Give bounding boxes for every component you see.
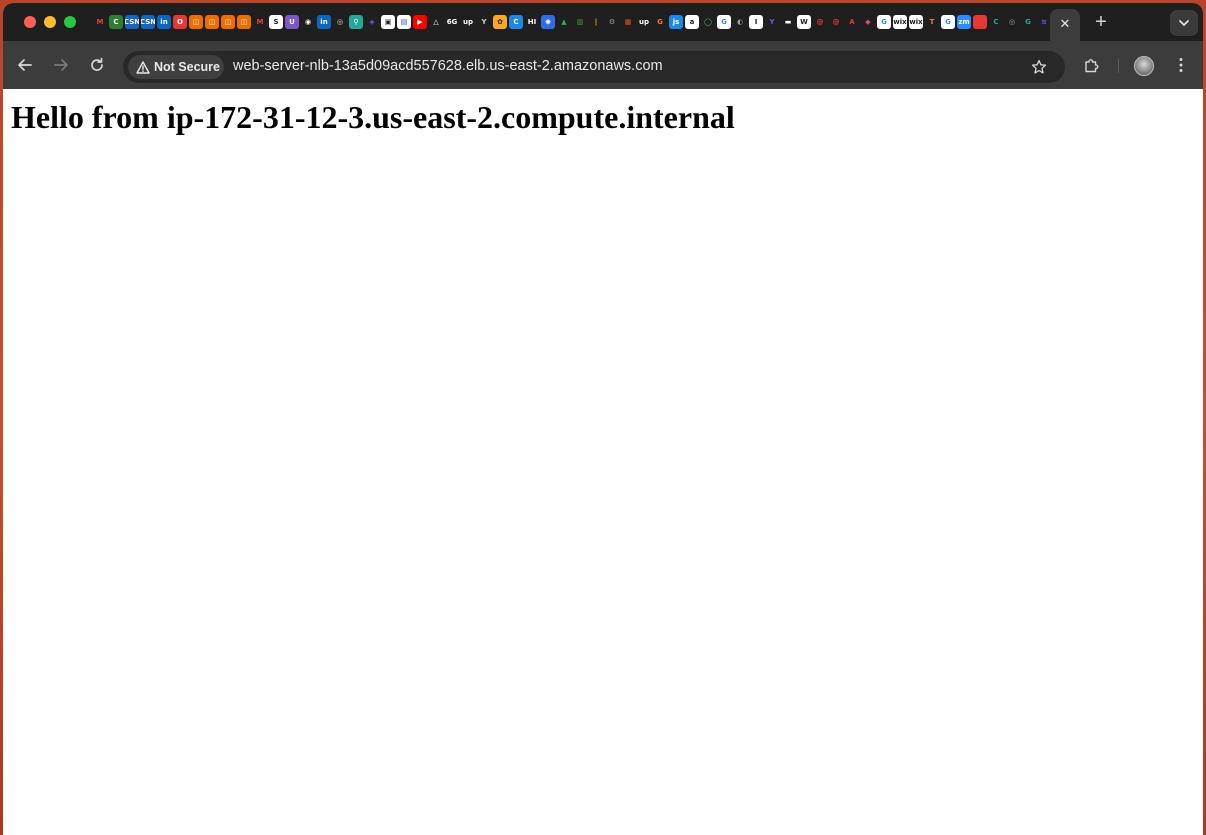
hi-icon[interactable]: HI xyxy=(525,15,539,29)
linkedin-icon[interactable]: in xyxy=(317,15,331,29)
microsoft-icon[interactable]: ▦ xyxy=(621,15,635,29)
browser-window: M C CSN CSN in O ◫ ◫ ◫ ◫ M S U ◉ in ◎ ⚲ ◈ ▣ ▤ ▶ △ 6G up Y ✿ C HI ⎈ ▲ ▥… xyxy=(3,3,1203,835)
opera-icon[interactable]: O xyxy=(173,15,187,29)
browser-toolbar: Not Secure web-server-nlb-13a5d09acd5576… xyxy=(3,41,1203,89)
s-icon[interactable]: S xyxy=(269,15,283,29)
ring-icon[interactable]: ◯ xyxy=(701,15,715,29)
youtube-icon[interactable]: ▶ xyxy=(413,15,427,29)
back-button[interactable] xyxy=(14,54,36,76)
a-icon[interactable]: A xyxy=(845,15,859,29)
address-bar[interactable]: Not Secure web-server-nlb-13a5d09acd5576… xyxy=(123,51,1065,83)
csn-icon[interactable]: CSN xyxy=(125,15,139,29)
orange-tab-icon[interactable]: ◫ xyxy=(189,15,203,29)
toolbar-divider xyxy=(1118,59,1119,73)
gmail-icon[interactable]: M xyxy=(93,15,107,29)
diamond-icon[interactable]: ◆ xyxy=(861,15,875,29)
upwork-icon[interactable]: up xyxy=(461,15,475,29)
security-chip[interactable]: Not Secure xyxy=(128,55,224,79)
window-maximize-button[interactable] xyxy=(64,16,76,28)
profile-avatar[interactable] xyxy=(1134,56,1154,76)
puzzle-icon xyxy=(1084,58,1098,72)
a-icon[interactable]: △ xyxy=(429,15,443,29)
orange-tab-icon[interactable]: ◫ xyxy=(237,15,251,29)
y-icon[interactable]: Y xyxy=(477,15,491,29)
github-icon[interactable]: ◉ xyxy=(301,15,315,29)
bar-icon[interactable]: | xyxy=(589,15,603,29)
i-icon[interactable]: I xyxy=(749,15,763,29)
c-icon[interactable]: C xyxy=(109,15,123,29)
upwork-icon[interactable]: up xyxy=(637,15,651,29)
tab-close-icon[interactable]: ✕ xyxy=(1055,14,1075,34)
g-icon[interactable]: G xyxy=(653,15,667,29)
linkedin-icon[interactable]: in xyxy=(157,15,171,29)
security-label: Not Secure xyxy=(154,60,220,74)
window-close-button[interactable] xyxy=(24,16,36,28)
star-icon xyxy=(1031,59,1047,74)
kubernetes-icon[interactable]: ⎈ xyxy=(541,15,555,29)
c-icon[interactable]: C xyxy=(509,15,523,29)
reload-icon xyxy=(91,57,103,71)
red-dot-icon[interactable]: ● xyxy=(973,15,987,29)
bookmark-star-button[interactable] xyxy=(1029,57,1049,77)
new-tab-button[interactable]: + xyxy=(1091,12,1111,32)
browser-menu-button[interactable] xyxy=(1171,54,1191,76)
tab-strip: M C CSN CSN in O ◫ ◫ ◫ ◫ M S U ◉ in ◎ ⚲ ◈ ▣ ▤ ▶ △ 6G up Y ✿ C HI ⎈ ▲ ▥… xyxy=(3,3,1203,41)
gmail-icon[interactable]: M xyxy=(253,15,267,29)
openai-icon[interactable]: ◎ xyxy=(333,15,347,29)
graduation-icon[interactable]: ▣ xyxy=(381,15,395,29)
js-icon[interactable]: js xyxy=(669,15,683,29)
circle-icon[interactable]: ◎ xyxy=(1005,15,1019,29)
url-text[interactable]: web-server-nlb-13a5d09acd557628.elb.us-e… xyxy=(233,58,663,74)
shield-icon[interactable]: ◈ xyxy=(365,15,379,29)
orange-tab-icon[interactable]: ◫ xyxy=(205,15,219,29)
gear-icon[interactable]: ⚙ xyxy=(605,15,619,29)
wix-icon[interactable]: wix xyxy=(893,15,907,29)
pinned-tabs: M C CSN CSN in O ◫ ◫ ◫ ◫ M S U ◉ in ◎ ⚲ ◈ ▣ ▤ ▶ △ 6G up Y ✿ C HI ⎈ ▲ ▥… xyxy=(92,13,1049,31)
google-icon[interactable]: G xyxy=(717,15,731,29)
tab-search-button[interactable] xyxy=(1170,10,1198,36)
screen-icon[interactable]: ▤ xyxy=(397,15,411,29)
wikipedia-icon[interactable]: W xyxy=(797,15,811,29)
chevron-down-icon xyxy=(1179,20,1189,26)
google-drive-icon[interactable]: ▲ xyxy=(557,15,571,29)
google-icon[interactable]: G xyxy=(941,15,955,29)
reload-button[interactable] xyxy=(86,54,108,76)
sheets-icon[interactable]: ▥ xyxy=(573,15,587,29)
zoom-icon[interactable]: zm xyxy=(957,15,971,29)
g-icon[interactable]: G xyxy=(1021,15,1035,29)
arrow-left-icon xyxy=(18,59,32,71)
orange-tab-icon[interactable]: ◫ xyxy=(221,15,235,29)
forward-button[interactable] xyxy=(50,54,72,76)
map-pin-icon[interactable]: ⚲ xyxy=(349,15,363,29)
c-icon[interactable]: C xyxy=(989,15,1003,29)
bar-logo-icon[interactable]: ▬ xyxy=(781,15,795,29)
y-icon[interactable]: Y xyxy=(765,15,779,29)
amazon-icon[interactable]: a xyxy=(685,15,699,29)
google-icon[interactable]: G xyxy=(877,15,891,29)
u-icon[interactable]: U xyxy=(285,15,299,29)
half-circle-icon[interactable]: ◐ xyxy=(733,15,747,29)
arrow-right-icon xyxy=(54,59,68,71)
threads-icon[interactable]: @ xyxy=(829,15,843,29)
bg-icon[interactable]: 6G xyxy=(445,15,459,29)
extensions-button[interactable] xyxy=(1080,54,1102,76)
kebab-menu-icon xyxy=(1179,58,1183,72)
warning-icon xyxy=(136,60,150,74)
window-minimize-button[interactable] xyxy=(44,16,56,28)
waves-icon[interactable]: ≋ xyxy=(1037,15,1049,29)
threads-icon[interactable]: @ xyxy=(813,15,827,29)
csn-icon[interactable]: CSN xyxy=(141,15,155,29)
flower-icon[interactable]: ✿ xyxy=(493,15,507,29)
page-heading: Hello from ip-172-31-12-3.us-east-2.comp… xyxy=(11,99,735,135)
t-icon[interactable]: T xyxy=(925,15,939,29)
wix-icon[interactable]: wix xyxy=(909,15,923,29)
page-content: Hello from ip-172-31-12-3.us-east-2.comp… xyxy=(3,89,1203,835)
